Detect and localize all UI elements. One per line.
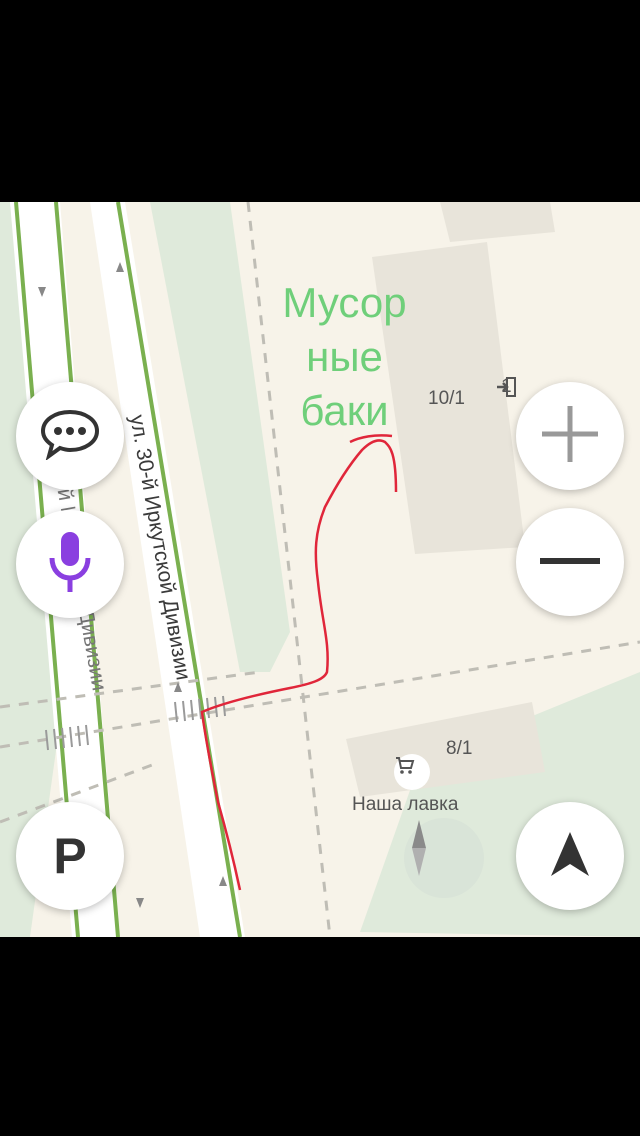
map-view[interactable]: ул. 30-й Иркутской Дивизии 30-й Иркутско… [0, 202, 640, 937]
poi-label[interactable]: Наша лавка [352, 794, 458, 816]
cart-icon[interactable] [394, 754, 430, 790]
zoom-in-button[interactable] [516, 382, 624, 490]
parking-icon: P [53, 828, 87, 884]
compass-button[interactable] [404, 818, 484, 898]
parking-button[interactable]: P [16, 802, 124, 910]
note-line: Мусор [282, 279, 407, 326]
zoom-out-button[interactable] [516, 508, 624, 616]
handwritten-note: Мусор ные баки [272, 276, 417, 438]
voice-button[interactable] [16, 510, 124, 618]
building [440, 202, 555, 242]
locate-button[interactable] [516, 802, 624, 910]
microphone-icon [48, 530, 92, 599]
note-line: ные [306, 333, 383, 380]
building-number: 8/1 [446, 738, 473, 759]
chat-button[interactable] [16, 382, 124, 490]
navigation-arrow-icon [549, 830, 591, 883]
chat-bubble-icon [39, 408, 101, 465]
note-line: баки [300, 387, 389, 434]
entrance-marker: 1 [495, 376, 516, 398]
plus-icon [540, 404, 600, 469]
building-number: 10/1 [428, 388, 465, 409]
minus-icon [538, 553, 602, 571]
